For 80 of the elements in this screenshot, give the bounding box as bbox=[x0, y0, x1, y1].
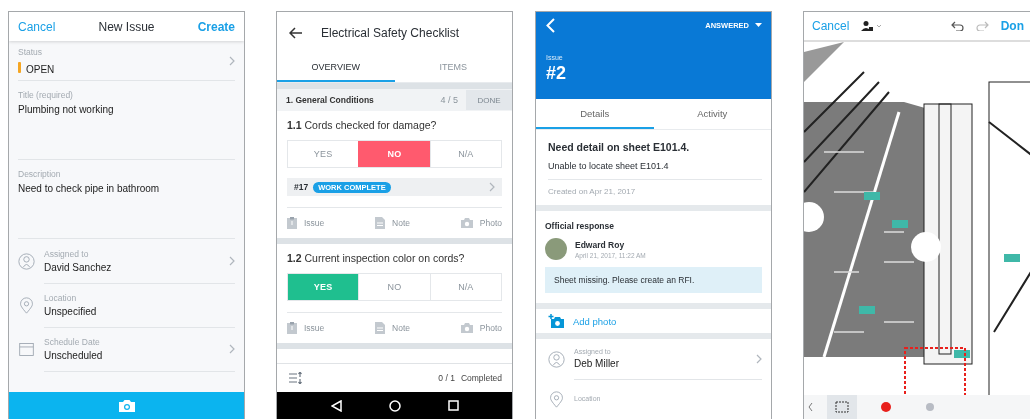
camera-icon bbox=[460, 323, 473, 333]
photo-action-button[interactable]: Photo bbox=[460, 323, 502, 333]
field-value: Unscheduled bbox=[44, 349, 103, 361]
back-chevron-icon[interactable] bbox=[546, 17, 555, 33]
created-date: Created on Apr 21, 2017 bbox=[548, 187, 637, 196]
add-camera-icon bbox=[548, 313, 565, 329]
undo-icon[interactable] bbox=[950, 21, 964, 31]
answer-option[interactable]: N/A bbox=[429, 141, 501, 167]
title-value: Plumbing not working bbox=[18, 104, 115, 115]
issue-title: Need detail on sheet E101.4. bbox=[548, 141, 691, 153]
tab[interactable]: ITEMS bbox=[394, 53, 512, 82]
field-label: Title (required) bbox=[18, 90, 74, 100]
author-name: Edward Roy bbox=[575, 239, 626, 250]
calendar-icon bbox=[18, 340, 35, 358]
cancel-button[interactable]: Cancel bbox=[18, 19, 56, 34]
issue-description: Unable to locate sheet E101.4 bbox=[548, 161, 762, 180]
field-label: Schedule Date bbox=[44, 336, 101, 347]
document-icon bbox=[375, 217, 386, 229]
field-label: Description bbox=[18, 169, 62, 179]
screen-title: Electrical Safety Checklist bbox=[321, 25, 460, 40]
response-message: Sheet missing. Please create an RFI. bbox=[545, 267, 762, 293]
camera-button[interactable] bbox=[9, 392, 244, 419]
location-pin-icon bbox=[548, 390, 565, 408]
answer-option[interactable]: YES bbox=[288, 141, 359, 167]
answer-option[interactable]: NO bbox=[358, 141, 430, 167]
cloud-shape-icon bbox=[835, 401, 849, 413]
revision-cloud bbox=[904, 347, 966, 395]
section-title: 1. General Conditions bbox=[286, 95, 375, 105]
status-value: OPEN bbox=[26, 63, 55, 75]
clipboard-icon bbox=[287, 217, 297, 229]
person-icon bbox=[18, 252, 35, 270]
field-value: Deb Miller bbox=[574, 358, 619, 369]
screen-title: New Issue bbox=[98, 19, 155, 34]
chevron-right-icon bbox=[489, 182, 495, 192]
chevron-left-icon[interactable] bbox=[808, 402, 813, 412]
section-heading: Official response bbox=[545, 221, 615, 231]
photo-action-button[interactable]: Photo bbox=[460, 218, 502, 228]
field-value: Unspecified bbox=[44, 305, 97, 317]
back-triangle-icon[interactable] bbox=[330, 399, 342, 412]
note-action-button[interactable]: Note bbox=[375, 322, 411, 334]
done-button[interactable]: Don bbox=[1000, 19, 1024, 33]
home-circle-icon[interactable] bbox=[388, 399, 401, 412]
question-text: 1.2 Current inspection color on cords? bbox=[287, 252, 466, 264]
sort-list-icon[interactable] bbox=[289, 372, 303, 384]
issue-number: #2 bbox=[546, 63, 568, 84]
description-value: Need to check pipe in bathroom bbox=[18, 183, 161, 194]
avatar bbox=[545, 238, 567, 260]
field-label: Location bbox=[44, 292, 78, 303]
progress-count: 4 / 5 bbox=[440, 95, 458, 105]
question-text: 1.1 Cords checked for damage? bbox=[287, 119, 438, 131]
field-label: Status bbox=[18, 46, 44, 57]
camera-icon bbox=[117, 398, 136, 413]
create-button[interactable]: Create bbox=[197, 19, 235, 34]
document-icon bbox=[375, 322, 386, 334]
field-label: Assigned to bbox=[44, 248, 90, 259]
completed-count: 0 / 1 bbox=[438, 373, 455, 383]
answer-option[interactable]: NO bbox=[358, 274, 430, 300]
cancel-button[interactable]: Cancel bbox=[812, 19, 850, 33]
back-arrow-icon[interactable] bbox=[289, 26, 303, 39]
chevron-right-icon bbox=[756, 353, 762, 364]
person-icon bbox=[548, 350, 565, 368]
recents-square-icon[interactable] bbox=[447, 400, 459, 411]
chevron-right-icon bbox=[229, 255, 235, 266]
chevron-right-icon bbox=[229, 55, 235, 66]
answer-option[interactable]: YES bbox=[288, 274, 359, 300]
field-value: David Sanchez bbox=[44, 261, 112, 273]
person-stamp-icon[interactable] bbox=[861, 21, 884, 31]
issue-action-button[interactable]: Issue bbox=[287, 322, 325, 334]
completed-label: Completed bbox=[460, 373, 502, 383]
caret-down-icon bbox=[755, 23, 762, 27]
clipboard-icon bbox=[287, 322, 297, 334]
tab[interactable]: Activity bbox=[653, 99, 771, 129]
note-action-button[interactable]: Note bbox=[375, 217, 411, 229]
location-pin-icon bbox=[18, 296, 35, 314]
chevron-right-icon bbox=[229, 343, 235, 354]
issue-action-button[interactable]: Issue bbox=[287, 217, 325, 229]
camera-icon bbox=[460, 218, 473, 228]
answer-option[interactable]: N/A bbox=[429, 274, 501, 300]
issue-number: #17 bbox=[294, 182, 309, 192]
cloud-tool-button[interactable] bbox=[827, 395, 857, 419]
